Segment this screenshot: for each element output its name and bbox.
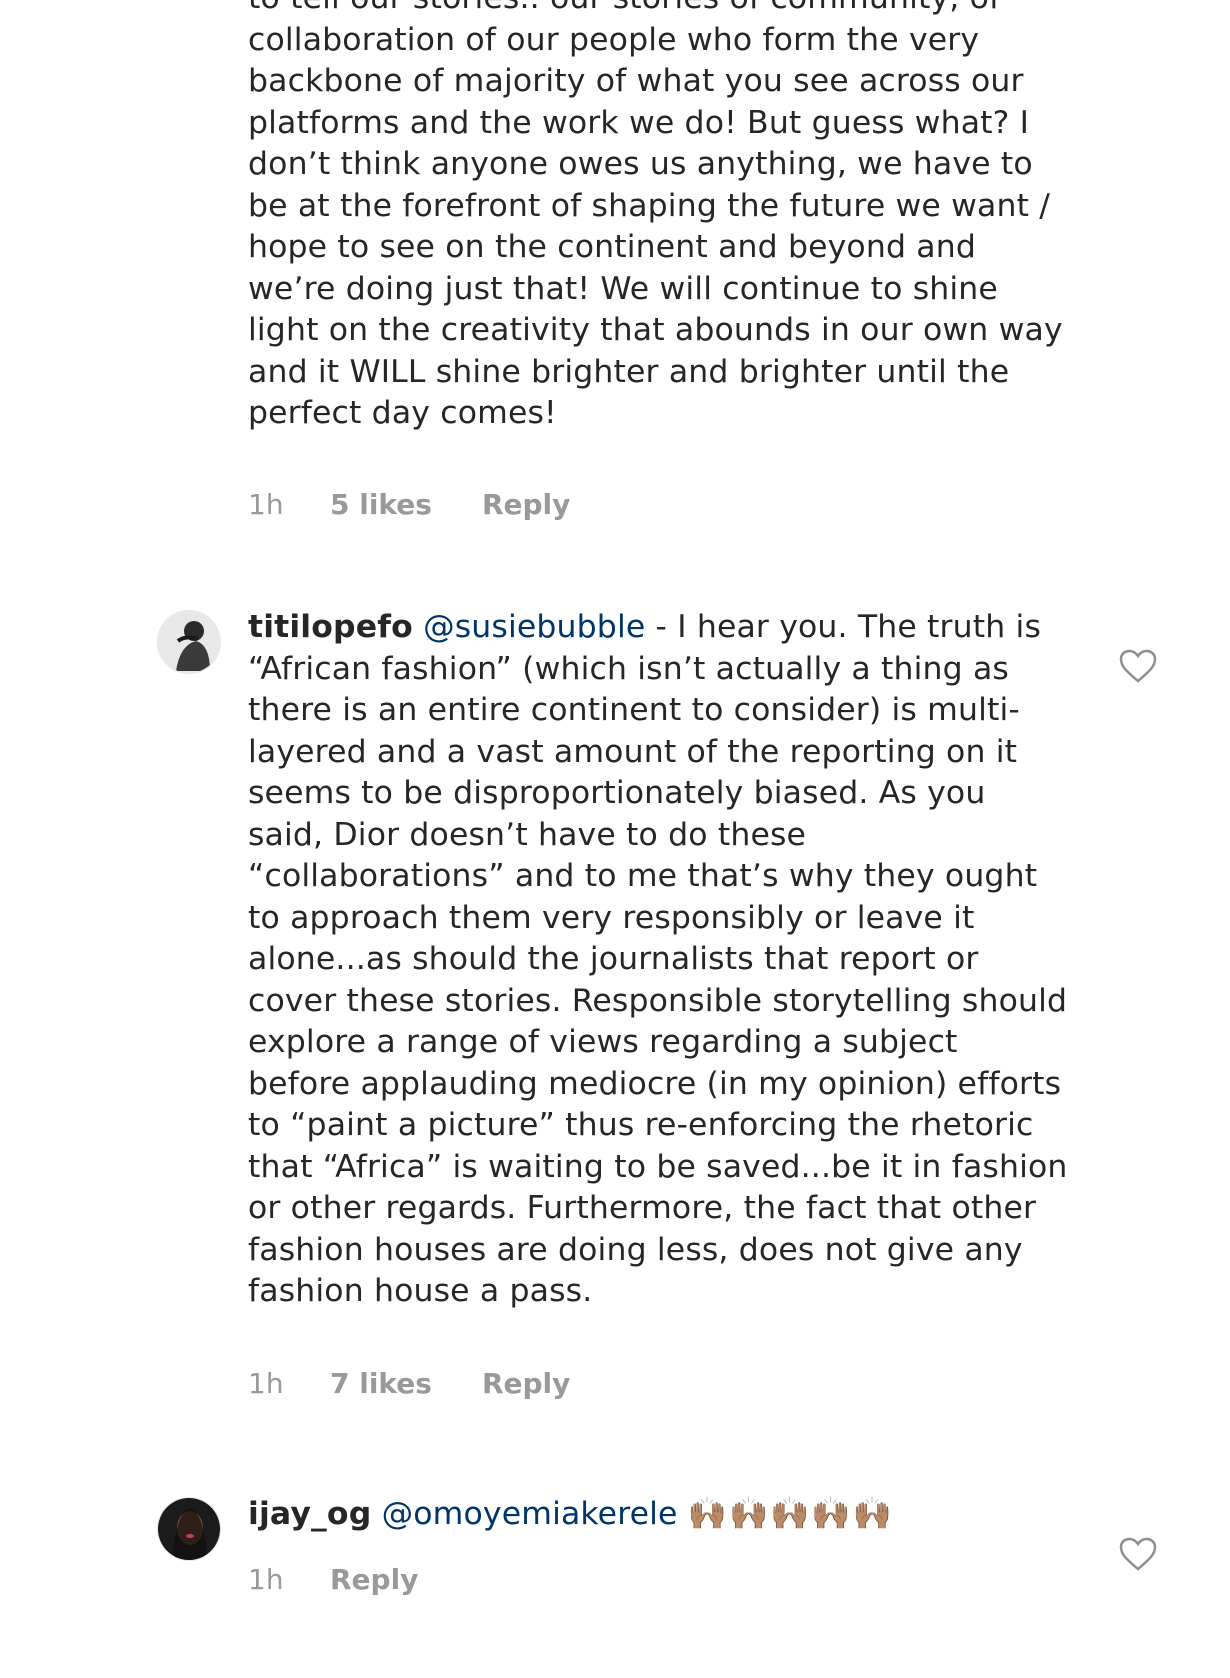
heart-outline-icon[interactable] [1118,1536,1158,1572]
comment-3-mention[interactable]: @omoyemiakerele [382,1496,678,1532]
comment-2-likes[interactable]: 7 likes [330,1367,432,1400]
comment-1-time: 1h [248,488,284,521]
comment-3-reply-button[interactable]: Reply [330,1563,418,1596]
avatar-photo [158,1498,220,1560]
comment-1-text-clip: to tell our stories.. our stories of com… [0,0,1230,470]
heart-outline-icon[interactable] [1118,648,1158,684]
comment-1-meta: 1h 5 likes Reply [248,488,570,521]
comment-2-username[interactable]: titilopefo [248,609,413,645]
avatar[interactable] [157,610,221,674]
comment-3-emoji: 🙌🏽🙌🏽🙌🏽🙌🏽🙌🏽 [687,1496,894,1532]
comment-2-reply-button[interactable]: Reply [482,1367,570,1400]
comment-3-time: 1h [248,1563,284,1596]
comment-3-username[interactable]: ijay_og [248,1496,371,1532]
comment-2-mention[interactable]: @susiebubble [423,609,645,645]
comment-3-text: ijay_og @omoyemiakerele 🙌🏽🙌🏽🙌🏽🙌🏽🙌🏽 [248,1494,1068,1536]
comment-1-text: to tell our stories.. our stories of com… [248,0,1063,431]
comment-2-body: - I hear you. The truth is “African fash… [248,609,1068,1309]
comment-2-time: 1h [248,1367,284,1400]
comment-3-meta: 1h Reply [248,1563,418,1596]
comment-1-reply-button[interactable]: Reply [482,488,570,521]
comment-2-meta: 1h 7 likes Reply [248,1367,570,1400]
comment-2-text: titilopefo @susiebubble - I hear you. Th… [248,607,1068,1313]
avatar[interactable] [157,1497,221,1561]
comment-1-likes[interactable]: 5 likes [330,488,432,521]
avatar-photo [158,611,220,673]
